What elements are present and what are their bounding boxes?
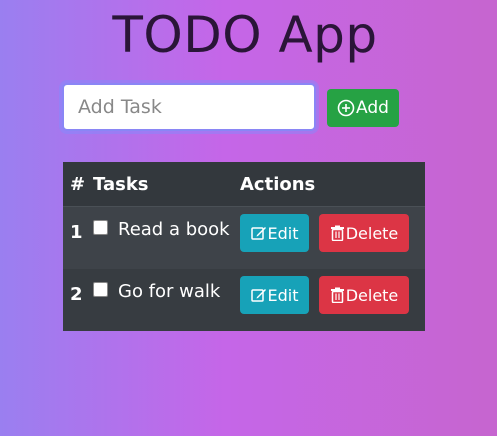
edit-icon bbox=[250, 287, 267, 303]
header-actions: Actions bbox=[240, 174, 316, 195]
add-button-label: Add bbox=[356, 98, 389, 118]
task-text: Read a book bbox=[118, 219, 230, 240]
task-text: Go for walk bbox=[118, 281, 221, 302]
table-row: 1 Read a book Edit Delete bbox=[63, 207, 425, 270]
edit-label: Edit bbox=[267, 285, 299, 305]
delete-button[interactable]: Delete bbox=[319, 214, 409, 252]
delete-button[interactable]: Delete bbox=[319, 276, 409, 314]
table-header: # Tasks Actions bbox=[63, 162, 425, 207]
add-task-input[interactable] bbox=[62, 83, 316, 131]
delete-label: Delete bbox=[345, 223, 399, 243]
edit-label: Edit bbox=[267, 223, 299, 243]
delete-label: Delete bbox=[345, 285, 399, 305]
task-checkbox[interactable] bbox=[93, 282, 108, 297]
plus-circle-icon bbox=[337, 99, 355, 117]
row-number: 1 bbox=[70, 222, 83, 243]
edit-icon bbox=[250, 225, 267, 241]
trash-icon bbox=[330, 287, 345, 303]
tasks-table: # Tasks Actions 1 Read a book Edit Delet… bbox=[63, 162, 425, 331]
header-number: # bbox=[70, 174, 86, 195]
edit-button[interactable]: Edit bbox=[240, 214, 309, 252]
app-title: TODO App bbox=[112, 6, 378, 64]
trash-icon bbox=[330, 225, 345, 241]
table-row: 2 Go for walk Edit Delete bbox=[63, 269, 425, 331]
add-button[interactable]: Add bbox=[327, 89, 399, 127]
task-checkbox[interactable] bbox=[93, 220, 108, 235]
edit-button[interactable]: Edit bbox=[240, 276, 309, 314]
header-tasks: Tasks bbox=[93, 174, 149, 195]
row-number: 2 bbox=[70, 284, 83, 305]
